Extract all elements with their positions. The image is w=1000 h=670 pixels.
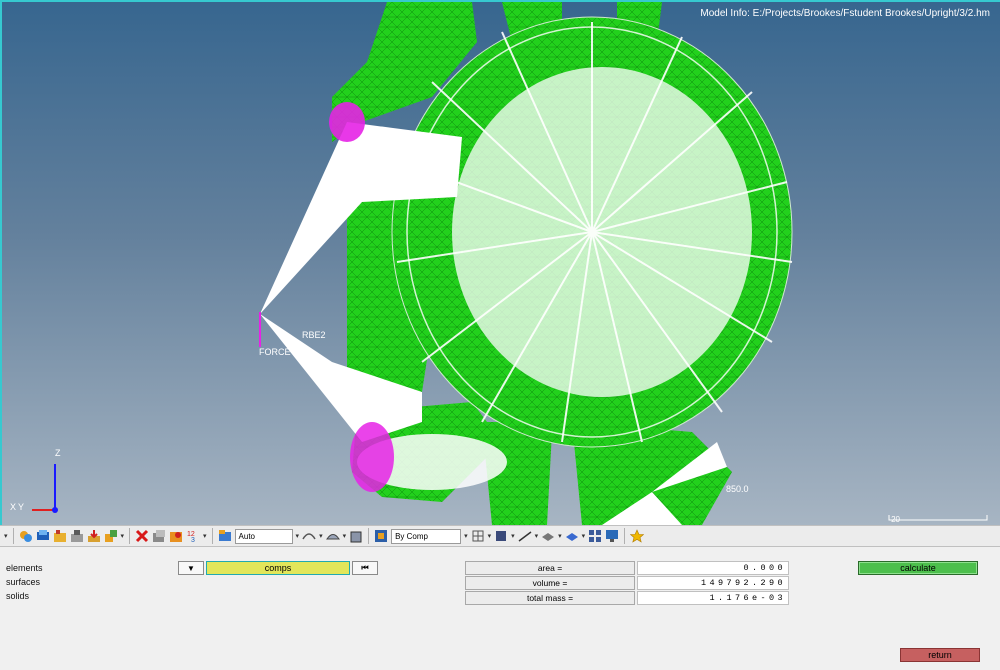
wireframe-dropdown-icon[interactable]: ▾ [343, 532, 347, 540]
volume-value: 149792.290 [637, 576, 789, 590]
numbers-dropdown-icon[interactable]: ▾ [203, 532, 207, 540]
constraint-upper [329, 102, 365, 142]
toolbar-separator [129, 528, 131, 544]
comps-selector-button[interactable]: comps [206, 561, 350, 575]
component-color-icon[interactable] [104, 529, 118, 543]
element-icon[interactable] [494, 529, 508, 543]
visibility-icon[interactable] [565, 529, 579, 543]
display-auto-dropdown-icon[interactable]: ▾ [296, 532, 300, 540]
down-triangle-icon: ▼ [187, 563, 195, 573]
plane-dropdown-icon[interactable]: ▾ [558, 532, 562, 540]
visibility-dropdown-icon[interactable]: ▾ [582, 532, 586, 540]
shaded-icon[interactable] [349, 529, 363, 543]
main-toolbar: ▾ ▾ 12 3 ▾ Auto ▾ ▾ ▾ By Comp ▾ ▾ ▾ ▾ ▾ ▾ [0, 525, 1000, 547]
return-button[interactable]: return [900, 648, 980, 662]
grid-icon[interactable] [588, 529, 602, 543]
mask-icon[interactable] [152, 529, 166, 543]
constraint-lower [350, 422, 394, 492]
toolbar-separator [12, 528, 14, 544]
shading-dropdown-icon[interactable]: ▾ [319, 532, 323, 540]
hide-icon[interactable] [70, 529, 84, 543]
model-mesh-view[interactable] [2, 2, 1000, 525]
return-label: return [928, 650, 952, 660]
svg-text:3: 3 [191, 537, 195, 543]
model-info-text: Model Info: E:/Projects/Brookes/Fstudent… [700, 8, 990, 19]
mesh-view-dropdown-icon[interactable]: ▾ [488, 532, 492, 540]
area-value: 0.000 [637, 561, 789, 575]
graphics-viewport[interactable]: Model Info: E:/Projects/Brookes/Fstudent… [0, 0, 1000, 525]
rbe2-spider-core [452, 67, 752, 397]
display-mode-icon[interactable] [218, 529, 232, 543]
scale-bar [888, 515, 988, 521]
entity-type-surfaces[interactable]: surfaces [6, 577, 40, 587]
line-dropdown-icon[interactable]: ▾ [535, 532, 539, 540]
shading-icon[interactable] [302, 529, 316, 543]
comps-label: comps [264, 563, 292, 573]
organize-icon[interactable] [53, 529, 67, 543]
calculate-button[interactable]: calculate [858, 561, 978, 575]
display-auto-value: Auto [238, 531, 256, 541]
force-label: FORCE [259, 347, 291, 357]
star-icon[interactable] [629, 529, 645, 543]
triad-y-label: Y [18, 502, 25, 512]
wireframe-icon[interactable] [325, 529, 340, 543]
total-mass-label: total mass = [465, 591, 635, 605]
delete-icon[interactable] [135, 529, 149, 543]
toolbar-separator [211, 528, 213, 544]
color-mode-value: By Comp [395, 531, 428, 541]
unmask-icon[interactable] [169, 529, 183, 543]
comps-selector-dropdown[interactable]: ▼ [178, 561, 204, 575]
line-icon[interactable] [518, 529, 532, 543]
volume-label: volume = [465, 576, 635, 590]
components-icon[interactable] [19, 529, 33, 543]
reset-icon: ⏮ [361, 563, 369, 572]
calculate-label: calculate [900, 563, 936, 573]
triad-z-label: Z [55, 448, 61, 458]
entity-type-elements[interactable]: elements [6, 563, 43, 573]
rbe2-label: RBE2 [302, 330, 326, 340]
by-comp-icon[interactable] [374, 529, 388, 543]
load-value-label: 850.0 [726, 484, 749, 494]
element-dropdown-icon[interactable]: ▾ [511, 532, 515, 540]
toolbar-separator [624, 528, 626, 544]
mass-calc-panel: elements surfaces solids ▼ comps ⏮ area … [0, 548, 1000, 670]
import-icon[interactable] [87, 529, 101, 543]
comps-reset-button[interactable]: ⏮ [352, 561, 378, 575]
color-mode-select[interactable]: By Comp [391, 528, 462, 544]
display-auto-select[interactable]: Auto [234, 528, 293, 544]
numbers-icon[interactable]: 12 3 [186, 529, 200, 544]
plane-icon[interactable] [541, 529, 555, 543]
layers-icon[interactable] [36, 529, 50, 543]
component-color-dropdown-icon[interactable]: ▾ [121, 532, 125, 540]
entity-type-solids[interactable]: solids [6, 591, 29, 601]
total-mass-value: 1.176e-03 [637, 591, 789, 605]
color-mode-dropdown-icon[interactable]: ▾ [464, 532, 468, 540]
toolbar-separator [368, 528, 370, 544]
area-label: area = [465, 561, 635, 575]
monitor-icon[interactable] [605, 529, 619, 543]
triad-x-label: X [10, 502, 17, 512]
mesh-view-icon[interactable] [471, 529, 485, 543]
triad-origin [52, 507, 58, 513]
toolbar-overflow-icon[interactable]: ▾ [4, 532, 8, 540]
